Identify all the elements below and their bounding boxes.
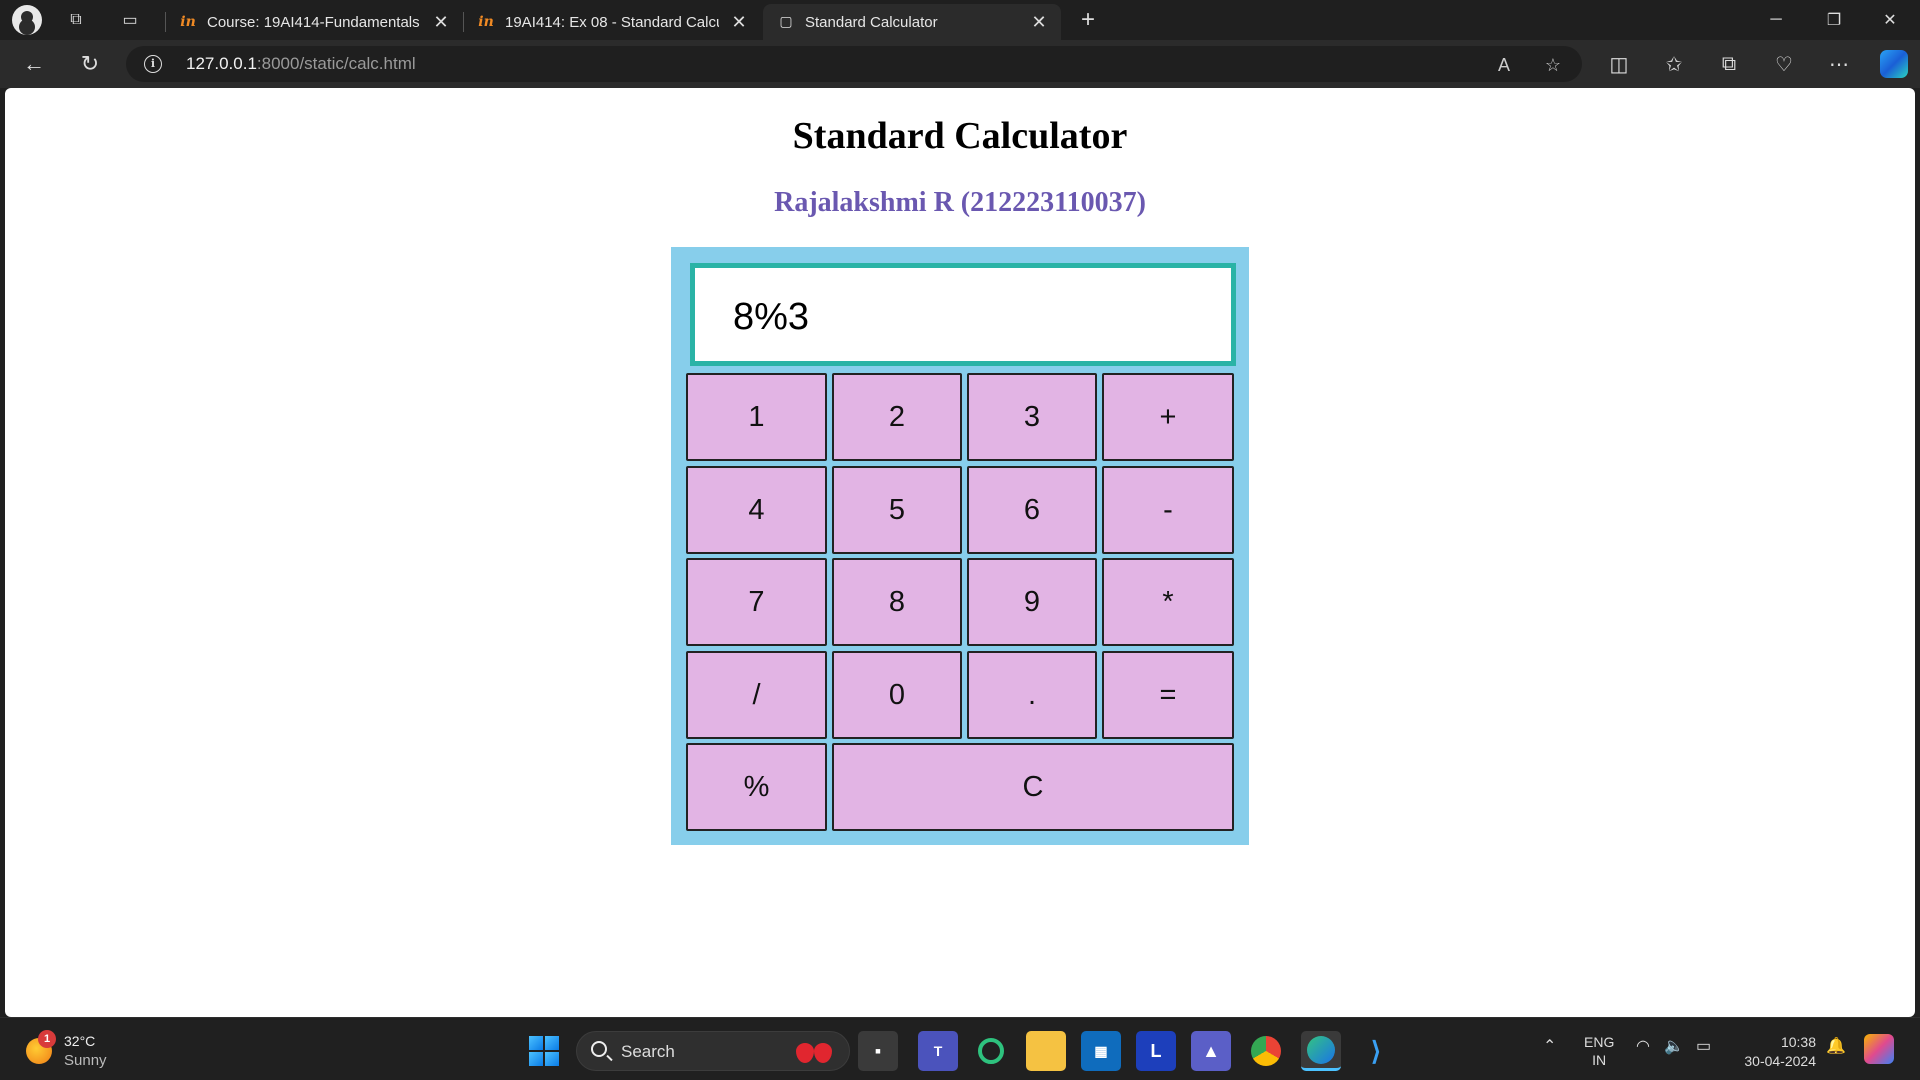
show-hidden-icons-icon[interactable]: ⌃ xyxy=(1543,1036,1556,1056)
vpn-app-icon[interactable]: ▲ xyxy=(1191,1031,1231,1071)
battery-icon[interactable]: ▭ xyxy=(1696,1036,1711,1056)
moodle-favicon-icon: in xyxy=(180,14,196,30)
file-explorer-icon[interactable] xyxy=(1026,1031,1066,1071)
key-7[interactable]: 7 xyxy=(686,558,827,646)
key-5[interactable]: 5 xyxy=(832,466,962,554)
split-screen-icon[interactable]: ◫ xyxy=(1603,48,1635,80)
url-bar[interactable]: i 127.0.0.1:8000/static/calc.html A ☆ xyxy=(126,46,1582,82)
address-bar-row: ← ↻ i 127.0.0.1:8000/static/calc.html A … xyxy=(0,40,1920,88)
weather-temperature[interactable]: 32°C xyxy=(64,1033,95,1049)
tab-title: Standard Calculator xyxy=(805,13,938,31)
weather-condition[interactable]: Sunny xyxy=(64,1052,107,1069)
more-menu-icon[interactable]: ⋯ xyxy=(1823,48,1855,80)
key-1[interactable]: 1 xyxy=(686,373,827,461)
key-modulo[interactable]: % xyxy=(686,743,827,831)
clock-date: 30-04-2024 xyxy=(1744,1053,1816,1069)
tab-course[interactable]: in Course: 19AI414-Fundamentals o ✕ xyxy=(165,4,463,40)
tab-close-icon[interactable]: ✕ xyxy=(729,12,749,33)
key-equals[interactable]: = xyxy=(1102,651,1234,739)
tab-exercise[interactable]: in 19AI414: Ex 08 - Standard Calcula ✕ xyxy=(463,4,761,40)
edge-icon[interactable] xyxy=(1301,1031,1341,1071)
workspaces-icon[interactable]: ⧉ xyxy=(62,6,90,34)
microsoft-store-icon[interactable]: ▦ xyxy=(1081,1031,1121,1071)
calculator-container: 8%3 1 2 3 + 4 5 6 - 7 8 9 * / 0 . = % C xyxy=(671,247,1249,845)
search-icon xyxy=(591,1041,607,1057)
windows-taskbar: 1 32°C Sunny Search ▪ T ▦ L ▲ ⟩ ⌃ ENG IN … xyxy=(0,1017,1920,1080)
new-tab-button[interactable]: + xyxy=(1074,6,1102,34)
tab-title: Course: 19AI414-Fundamentals o xyxy=(207,13,421,31)
tab-title: 19AI414: Ex 08 - Standard Calcula xyxy=(505,13,719,31)
copilot-taskbar-icon[interactable] xyxy=(1864,1034,1894,1064)
system-clock[interactable]: 10:38 30-04-2024 xyxy=(1730,1033,1816,1071)
teams-icon[interactable]: T xyxy=(918,1031,958,1071)
favorites-icon[interactable]: ✩ xyxy=(1658,48,1690,80)
author-name: Rajalakshmi R (212223110037) xyxy=(774,187,1146,218)
page-viewport: Standard Calculator Rajalakshmi R (21222… xyxy=(5,88,1915,1017)
page-title: Standard Calculator xyxy=(792,115,1128,157)
tab-standard-calculator[interactable]: ▢ Standard Calculator ✕ xyxy=(763,4,1061,40)
l-app-icon[interactable]: L xyxy=(1136,1031,1176,1071)
clock-time: 10:38 xyxy=(1780,1034,1816,1050)
vscode-icon[interactable]: ⟩ xyxy=(1356,1031,1396,1071)
chrome-icon[interactable] xyxy=(1246,1031,1286,1071)
copilot-icon[interactable] xyxy=(1880,50,1908,78)
key-0[interactable]: 0 xyxy=(832,651,962,739)
restore-icon[interactable]: ❐ xyxy=(1806,0,1862,40)
tab-close-icon[interactable]: ✕ xyxy=(1029,12,1049,33)
search-label: Search xyxy=(621,1042,675,1061)
language-code: ENG xyxy=(1584,1034,1615,1050)
minimize-icon[interactable]: ─ xyxy=(1748,0,1804,40)
taskbar-search-box[interactable]: Search xyxy=(576,1031,850,1071)
page-favicon-icon: ▢ xyxy=(779,14,793,30)
windows-start-icon[interactable] xyxy=(529,1036,559,1066)
tab-strip: ⧉ ▭ in Course: 19AI414-Fundamentals o ✕ … xyxy=(0,0,1920,40)
profile-avatar[interactable] xyxy=(12,5,42,35)
window-close-icon[interactable]: ✕ xyxy=(1862,0,1918,40)
key-3[interactable]: 3 xyxy=(967,373,1097,461)
read-aloud-icon[interactable]: A xyxy=(1491,52,1517,78)
region-code: IN xyxy=(1592,1052,1607,1068)
key-9[interactable]: 9 xyxy=(967,558,1097,646)
collections-icon[interactable]: ⧉ xyxy=(1713,48,1745,80)
url-text[interactable]: 127.0.0.1:8000/static/calc.html xyxy=(186,54,416,74)
key-plus[interactable]: + xyxy=(1102,373,1234,461)
volume-icon[interactable]: 🔈 xyxy=(1664,1036,1684,1056)
notifications-bell-icon[interactable]: 🔔 xyxy=(1826,1036,1846,1056)
vertical-tabs-icon[interactable]: ▭ xyxy=(116,6,144,34)
key-8[interactable]: 8 xyxy=(832,558,962,646)
favorite-star-icon[interactable]: ☆ xyxy=(1540,52,1566,78)
key-2[interactable]: 2 xyxy=(832,373,962,461)
key-decimal[interactable]: . xyxy=(967,651,1097,739)
back-icon[interactable]: ← xyxy=(18,48,50,80)
key-6[interactable]: 6 xyxy=(967,466,1097,554)
site-info-icon[interactable]: i xyxy=(144,55,162,73)
refresh-icon[interactable]: ↻ xyxy=(74,48,106,80)
display-value: 8%3 xyxy=(733,296,810,338)
strawberry-icon xyxy=(794,1040,838,1064)
wifi-icon[interactable]: ◠ xyxy=(1636,1036,1650,1056)
refresh-app-icon[interactable] xyxy=(971,1031,1011,1071)
weather-notification-badge: 1 xyxy=(38,1030,56,1048)
moodle-favicon-icon: in xyxy=(478,14,494,30)
language-indicator[interactable]: ENG IN xyxy=(1584,1033,1614,1069)
url-path: :8000/static/calc.html xyxy=(256,54,416,73)
key-clear[interactable]: C xyxy=(832,743,1234,831)
browser-essentials-icon[interactable]: ♡ xyxy=(1768,48,1800,80)
key-multiply[interactable]: * xyxy=(1102,558,1234,646)
calculator-display[interactable]: 8%3 xyxy=(690,263,1236,366)
url-host: 127.0.0.1 xyxy=(186,54,257,73)
task-view-icon[interactable]: ▪ xyxy=(858,1031,898,1071)
key-divide[interactable]: / xyxy=(686,651,827,739)
key-minus[interactable]: - xyxy=(1102,466,1234,554)
tab-close-icon[interactable]: ✕ xyxy=(431,12,451,33)
key-4[interactable]: 4 xyxy=(686,466,827,554)
